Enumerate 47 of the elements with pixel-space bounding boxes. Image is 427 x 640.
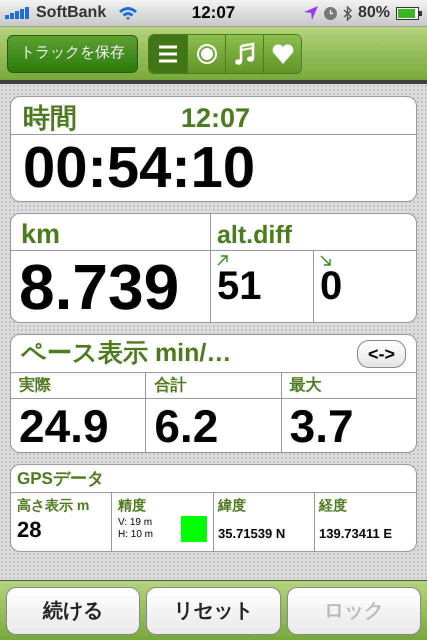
pace-value: 3.7 <box>290 402 354 448</box>
music-note-icon <box>232 42 256 66</box>
segment-tab[interactable] <box>225 34 263 72</box>
clock-value: 12:07 <box>181 105 250 132</box>
descent-value: 0 <box>320 266 344 306</box>
card-title: ペース表示 min/… <box>21 341 232 366</box>
altitude-label: 高さ表示 m <box>17 496 90 515</box>
card-title: GPSデータ <box>17 468 104 490</box>
card-title: alt.diff <box>217 223 292 248</box>
carrier-name: SoftBank <box>36 3 106 23</box>
column-label: 最大 <box>290 376 322 396</box>
action-button[interactable]: 続ける <box>6 586 140 634</box>
horizontal-accuracy: H: 10 m <box>118 529 154 542</box>
column-label: 実際 <box>19 375 51 396</box>
segment-tab[interactable] <box>187 34 225 72</box>
battery-percent: 80% <box>358 3 390 23</box>
segment-tab[interactable] <box>149 34 187 72</box>
bluetooth-icon <box>342 6 352 20</box>
card-title: 時間 <box>23 105 77 132</box>
wifi-icon <box>118 6 138 20</box>
distance-value: 8.739 <box>19 254 180 318</box>
action-button[interactable]: リセット <box>146 586 281 634</box>
elapsed-time: 00:54:10 <box>23 139 256 197</box>
pace-value: 6.2 <box>154 402 218 448</box>
card-title: km <box>21 221 60 248</box>
battery-icon <box>396 6 422 20</box>
altitude-value: 28 <box>17 516 42 544</box>
pace-value: 24.9 <box>19 402 109 448</box>
heart-icon <box>270 42 294 66</box>
clock-icon <box>324 6 337 20</box>
longitude-label: 経度 <box>319 496 348 515</box>
down-arrow-icon <box>320 255 331 266</box>
record-icon <box>194 42 218 66</box>
segment-tab[interactable] <box>263 34 301 72</box>
vertical-accuracy: V: 19 m <box>118 516 154 529</box>
ascent-value: 51 <box>217 266 262 306</box>
signal-icon <box>5 7 32 19</box>
save-track-button[interactable]: トラックを保存 <box>7 34 138 72</box>
latitude-label: 緯度 <box>218 496 247 515</box>
toggle-button[interactable]: <-> <box>356 340 406 368</box>
column-label: 合計 <box>154 375 186 396</box>
location-arrow-icon <box>304 6 318 20</box>
up-arrow-icon <box>217 255 228 266</box>
latitude-value: 35.71539 N <box>218 525 286 543</box>
accuracy-label: 精度 <box>118 496 147 515</box>
longitude-value: 139.73411 E <box>319 525 394 543</box>
clock-time: 12:07 <box>192 2 236 24</box>
